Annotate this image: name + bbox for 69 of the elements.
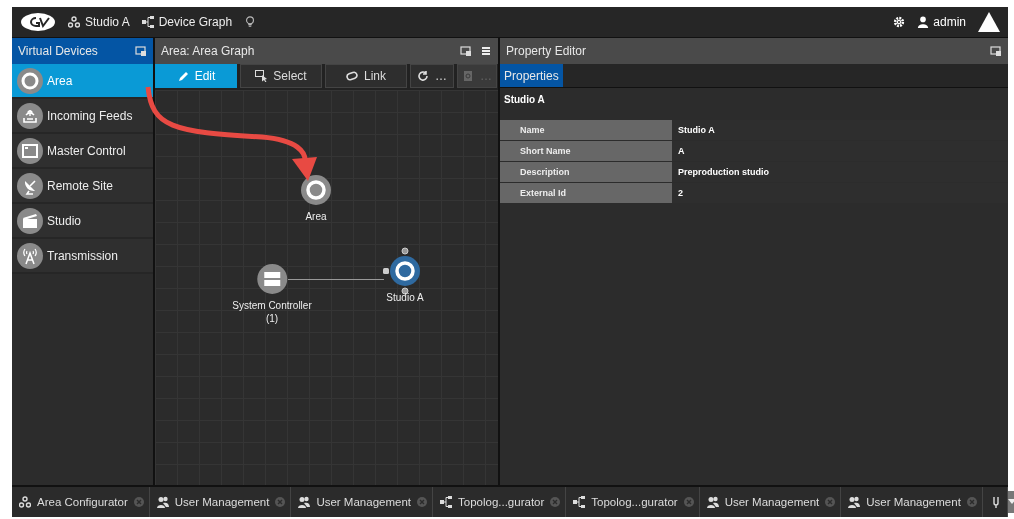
property-name: Name <box>500 120 672 140</box>
workspace-tab[interactable]: User Management <box>149 487 292 517</box>
workspace-tab[interactable]: Topolog...gurator <box>433 487 567 517</box>
users-icon <box>848 496 861 508</box>
link-button[interactable]: Link <box>325 64 407 88</box>
network-nodes-icon <box>19 496 31 508</box>
property-name: Description <box>500 162 672 182</box>
property-name: Short Name <box>500 141 672 161</box>
close-icon <box>825 497 836 507</box>
pencil-icon <box>176 70 189 82</box>
users-icon <box>706 496 719 508</box>
breadcrumb-link[interactable]: Device Graph <box>158 15 233 29</box>
caret-icon <box>1007 499 1014 505</box>
satellite-dish-icon <box>17 172 43 199</box>
user-name[interactable]: admin <box>933 15 966 29</box>
trash-icon <box>462 70 474 82</box>
breadcrumb-link[interactable]: Studio A <box>85 15 130 29</box>
panel-title: Virtual Devices <box>18 44 99 58</box>
settings-icon <box>893 16 906 28</box>
antenna-icon <box>17 242 43 269</box>
close-icon <box>133 497 144 507</box>
refresh-button[interactable]: … <box>410 64 454 88</box>
close-icon <box>966 497 977 507</box>
close-icon <box>275 497 286 507</box>
clapperboard-icon <box>17 207 43 234</box>
panel-title: Area: Area Graph <box>161 44 256 58</box>
close-icon <box>417 497 427 507</box>
logo <box>20 12 56 32</box>
user-icon <box>917 16 930 28</box>
network-nodes-icon <box>68 16 80 28</box>
popout-icon <box>990 45 1002 57</box>
node-label: Studio A <box>386 291 424 304</box>
section-heading: Studio A <box>503 93 546 107</box>
node-label: System Controller (1) <box>232 299 312 325</box>
incoming-feeds-icon <box>17 102 43 129</box>
close-icon <box>683 497 694 507</box>
menu-icon <box>480 45 492 57</box>
tree-diagram-icon <box>573 496 586 508</box>
tree-diagram-icon <box>141 16 154 28</box>
properties-tab[interactable]: Properties <box>500 64 563 87</box>
workspace-tab[interactable]: Area Configurator <box>12 487 150 517</box>
warning-triangle-icon <box>978 12 1000 32</box>
monitor-icon <box>17 137 43 164</box>
workspace-tab[interactable]: User Management <box>699 487 842 517</box>
property-name: External Id <box>500 183 672 203</box>
panel-title: Property Editor <box>506 44 588 58</box>
device-label: Studio <box>47 213 82 228</box>
lightbulb-icon <box>244 16 257 28</box>
device-label: Master Control <box>47 143 126 158</box>
popout-icon <box>135 45 147 57</box>
device-label: Transmission <box>47 248 118 263</box>
popout-icon <box>460 45 472 57</box>
device-label: Area <box>47 73 73 88</box>
tree-diagram-icon <box>440 496 452 508</box>
area-icon <box>17 67 43 94</box>
device-label: Remote Site <box>47 178 114 193</box>
workspace-tab[interactable]: Topolog...gurator <box>566 487 700 517</box>
users-icon <box>298 496 311 508</box>
refresh-icon <box>417 70 429 82</box>
close-icon <box>550 497 561 507</box>
cursor-select-icon <box>255 70 268 82</box>
device-label: Incoming Feeds <box>47 108 133 123</box>
users-icon <box>156 496 169 508</box>
dropdown-button[interactable] <box>1007 491 1014 513</box>
link-icon <box>346 70 358 82</box>
workspace-tab[interactable]: User Management <box>291 487 433 517</box>
node-label: Area <box>305 210 327 223</box>
select-button[interactable]: Select <box>240 64 322 88</box>
workspace-tab[interactable]: User Management <box>841 487 983 517</box>
